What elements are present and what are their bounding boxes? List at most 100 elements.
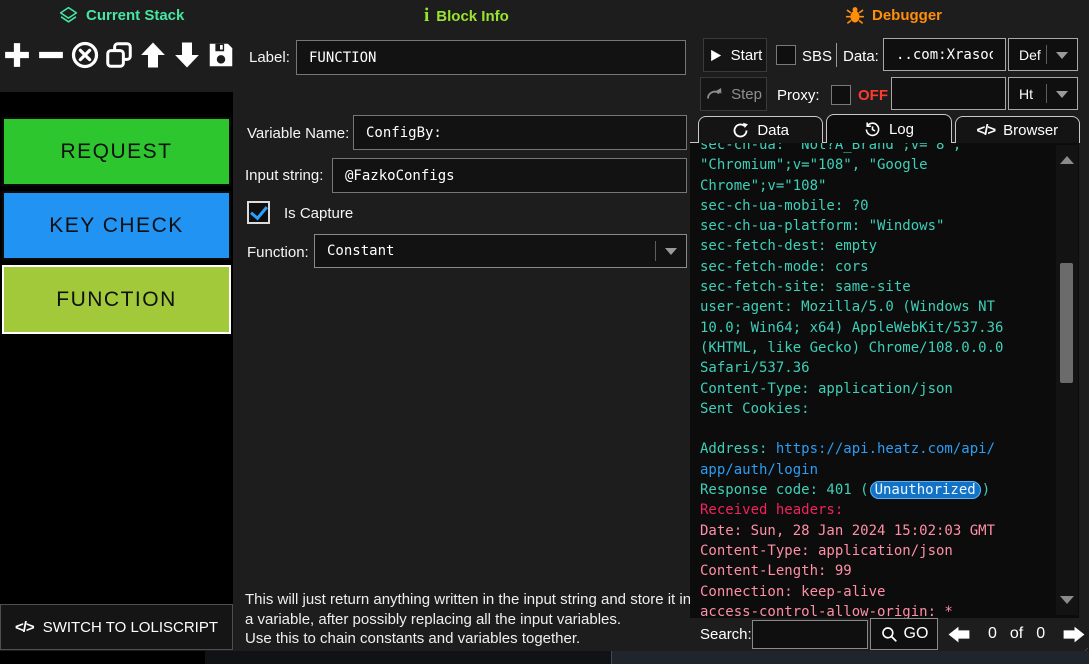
match-position: 0 [988, 625, 997, 643]
log-line: Sent Cookies: [700, 399, 1079, 419]
log-line: "Chromium";v="108", "Google [700, 155, 1079, 175]
remove-icon[interactable] [35, 36, 67, 73]
debugger-tabs: Data Log </>Browser [698, 114, 1080, 143]
step-button-label: Step [731, 86, 762, 103]
switch-to-loliscript-button[interactable]: </> SWITCH TO LOLISCRIPT [0, 604, 233, 650]
function-dropdown-value: Constant [327, 243, 394, 259]
log-line [700, 419, 1079, 439]
start-button[interactable]: Start [703, 38, 767, 72]
go-button[interactable]: GO [870, 618, 938, 650]
function-label: Function: [247, 244, 309, 261]
log-line: app/auth/login [700, 460, 1079, 480]
data-type-value: Def [1019, 47, 1041, 63]
variable-name-input[interactable] [353, 115, 687, 150]
bug-icon [845, 5, 865, 25]
log-line: sec-fetch-site: same-site [700, 277, 1079, 297]
log-line: access-control-allow-origin: * [700, 602, 1079, 618]
block-info-header: i Block Info [424, 5, 509, 27]
layers-icon [58, 5, 79, 26]
add-icon[interactable] [1, 36, 33, 73]
refresh-icon [732, 122, 749, 139]
search-input[interactable] [752, 620, 868, 649]
label-field-label: Label: [249, 49, 290, 66]
log-line: Content-Length: 99 [700, 561, 1079, 581]
match-navigation: 0 of 0 [944, 618, 1089, 650]
previous-match-button[interactable] [944, 622, 975, 647]
tab-label: Data [757, 122, 789, 139]
search-label: Search: [700, 626, 752, 643]
stack-block-key-check[interactable]: KEY CHECK [2, 191, 231, 260]
log-line: Content-Type: application/json [700, 541, 1079, 561]
description-line: This will just return anything written i… [245, 590, 694, 629]
history-icon [864, 121, 881, 138]
log-line: sec-ch-ua-mobile: ?0 [700, 196, 1079, 216]
data-type-dropdown[interactable]: Def [1008, 38, 1078, 71]
proxy-checkbox[interactable] [831, 85, 851, 105]
vertical-separator [836, 43, 837, 67]
sbs-checkbox[interactable] [776, 45, 796, 65]
log-line: Response code: 401 (Unauthorized) [700, 480, 1079, 500]
tab-label: Browser [1003, 122, 1058, 139]
proxy-label: Proxy: [777, 87, 820, 104]
go-button-label: GO [904, 625, 929, 643]
start-button-label: Start [731, 47, 763, 64]
proxy-input[interactable] [891, 77, 1006, 110]
is-capture-checkbox[interactable] [247, 201, 270, 224]
move-up-icon[interactable] [137, 36, 169, 73]
save-icon[interactable] [205, 36, 237, 73]
next-match-button[interactable] [1058, 622, 1089, 647]
proxy-type-dropdown[interactable]: Ht [1008, 77, 1078, 110]
log-line: sec-ch-ua-platform: "Windows" [700, 216, 1079, 236]
tab-label: Log [889, 121, 914, 138]
log-line: Content-Type: application/json [700, 379, 1079, 399]
debugger-header: Debugger [845, 5, 942, 25]
tab-log[interactable]: Log [826, 114, 951, 143]
scrollbar-down-icon[interactable] [1060, 596, 1074, 604]
switch-button-label: SWITCH TO LOLISCRIPT [43, 619, 218, 636]
info-icon: i [424, 5, 429, 27]
log-scrollbar[interactable] [1056, 145, 1078, 615]
play-icon [708, 48, 723, 63]
checkmark-icon [250, 202, 268, 221]
log-line: Chrome";v="108" [700, 176, 1079, 196]
block-info-title: Block Info [436, 8, 509, 25]
variable-name-label: Variable Name: [247, 125, 349, 142]
log-line: sec-ch-ua: "Not?A_Brand";v="8", [700, 142, 1079, 155]
log-line: sec-fetch-dest: empty [700, 236, 1079, 256]
label-input[interactable] [296, 40, 686, 75]
log-line: Safari/537.36 [700, 358, 1079, 378]
log-line: Connection: keep-alive [700, 582, 1079, 602]
log-line: Date: Sun, 28 Jan 2024 15:02:03 GMT [700, 521, 1079, 541]
sbs-label: SBS [802, 48, 832, 65]
move-down-icon[interactable] [171, 36, 203, 73]
dropdown-separator [1046, 45, 1047, 64]
stack-toolbar [1, 36, 237, 73]
stack-block-request[interactable]: REQUEST [2, 117, 231, 186]
stack-block-function[interactable]: FUNCTION [2, 265, 231, 334]
bottom-bar-segment [611, 651, 1089, 664]
bottom-bar [0, 651, 1089, 664]
log-panel: sec-ch-ua: "Not?A_Brand";v="8","Chromium… [690, 142, 1079, 618]
data-input[interactable] [883, 38, 1006, 71]
log-content: sec-ch-ua: "Not?A_Brand";v="8","Chromium… [700, 142, 1079, 618]
scrollbar-thumb[interactable] [1060, 263, 1073, 383]
input-string-input[interactable] [332, 158, 687, 193]
log-line: Received headers: [700, 500, 1079, 520]
data-label: Data: [843, 48, 879, 65]
dropdown-separator [1046, 84, 1047, 103]
tab-browser[interactable]: </>Browser [955, 116, 1080, 143]
log-line: Address: https://api.heatz.com/api/ [700, 439, 1079, 459]
log-line: sec-fetch-mode: cors [700, 257, 1079, 277]
match-total: 0 [1036, 625, 1045, 643]
search-icon [880, 625, 898, 643]
clear-icon[interactable] [69, 36, 101, 73]
proxy-type-value: Ht [1019, 86, 1033, 102]
duplicate-icon[interactable] [103, 36, 135, 73]
tab-data[interactable]: Data [698, 116, 823, 143]
function-dropdown[interactable]: Constant [314, 234, 687, 268]
scrollbar-up-icon[interactable] [1060, 156, 1074, 164]
step-button[interactable]: Step [700, 77, 767, 111]
code-icon: </> [15, 619, 34, 636]
log-line: user-agent: Mozilla/5.0 (Windows NT [700, 297, 1079, 317]
chevron-down-icon [1056, 91, 1068, 98]
